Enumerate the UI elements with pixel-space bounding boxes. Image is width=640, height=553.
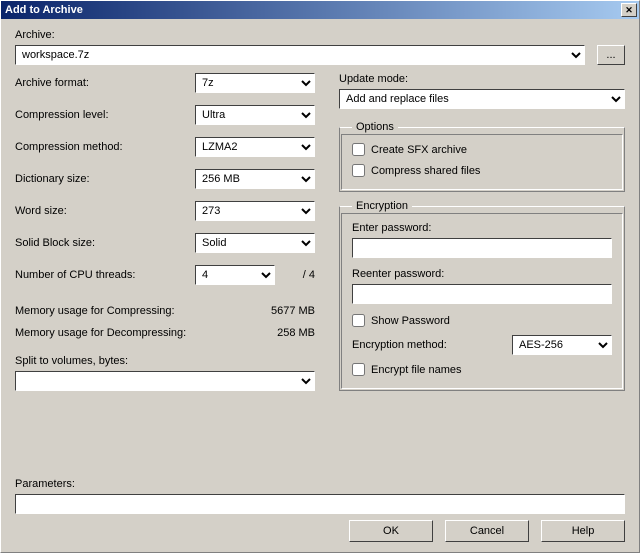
- browse-button[interactable]: ...: [597, 45, 625, 65]
- reenter-password-input[interactable]: [352, 284, 612, 304]
- update-select[interactable]: Add and replace files: [339, 89, 625, 109]
- dict-select[interactable]: 256 MB: [195, 169, 315, 189]
- options-legend: Options: [352, 121, 398, 133]
- format-select[interactable]: 7z: [195, 73, 315, 93]
- enc-method-label: Encryption method:: [352, 339, 447, 351]
- solid-label: Solid Block size:: [15, 237, 165, 249]
- threads-select[interactable]: 4: [195, 265, 275, 285]
- threads-max: / 4: [279, 269, 315, 281]
- dialog-window: Add to Archive ✕ Archive: workspace.7z .…: [0, 0, 640, 553]
- params-input[interactable]: [15, 494, 625, 514]
- memcomp-label: Memory usage for Compressing:: [15, 305, 175, 317]
- level-label: Compression level:: [15, 109, 165, 121]
- level-select[interactable]: Ultra: [195, 105, 315, 125]
- sfx-checkbox[interactable]: [352, 143, 365, 156]
- solid-select[interactable]: Solid: [195, 233, 315, 253]
- method-label: Compression method:: [15, 141, 165, 153]
- shared-checkbox[interactable]: [352, 164, 365, 177]
- split-label: Split to volumes, bytes:: [15, 355, 315, 367]
- encryption-group: Encryption Enter password: Reenter passw…: [339, 200, 625, 391]
- archive-label: Archive:: [15, 29, 625, 41]
- show-password-label: Show Password: [371, 315, 450, 327]
- archive-input[interactable]: workspace.7z: [15, 45, 585, 65]
- enter-password-label: Enter password:: [352, 222, 612, 234]
- encrypt-names-checkbox[interactable]: [352, 363, 365, 376]
- show-password-checkbox[interactable]: [352, 314, 365, 327]
- memdecomp-value: 258 MB: [277, 327, 315, 339]
- sfx-label: Create SFX archive: [371, 144, 467, 156]
- close-icon[interactable]: ✕: [621, 3, 637, 17]
- options-group: Options Create SFX archive Compress shar…: [339, 121, 625, 192]
- method-select[interactable]: LZMA2: [195, 137, 315, 157]
- reenter-password-label: Reenter password:: [352, 268, 612, 280]
- update-label: Update mode:: [339, 73, 625, 85]
- help-button[interactable]: Help: [541, 520, 625, 542]
- ok-button[interactable]: OK: [349, 520, 433, 542]
- encrypt-names-label: Encrypt file names: [371, 364, 461, 376]
- encryption-legend: Encryption: [352, 200, 412, 212]
- word-label: Word size:: [15, 205, 165, 217]
- format-label: Archive format:: [15, 77, 165, 89]
- word-select[interactable]: 273: [195, 201, 315, 221]
- dict-label: Dictionary size:: [15, 173, 165, 185]
- memdecomp-label: Memory usage for Decompressing:: [15, 327, 186, 339]
- split-input[interactable]: [15, 371, 315, 391]
- memcomp-value: 5677 MB: [271, 305, 315, 317]
- threads-label: Number of CPU threads:: [15, 269, 165, 281]
- window-title: Add to Archive: [5, 4, 83, 16]
- titlebar: Add to Archive ✕: [1, 1, 639, 19]
- shared-label: Compress shared files: [371, 165, 480, 177]
- params-label: Parameters:: [15, 478, 625, 490]
- enc-method-select[interactable]: AES-256: [512, 335, 612, 355]
- password-input[interactable]: [352, 238, 612, 258]
- cancel-button[interactable]: Cancel: [445, 520, 529, 542]
